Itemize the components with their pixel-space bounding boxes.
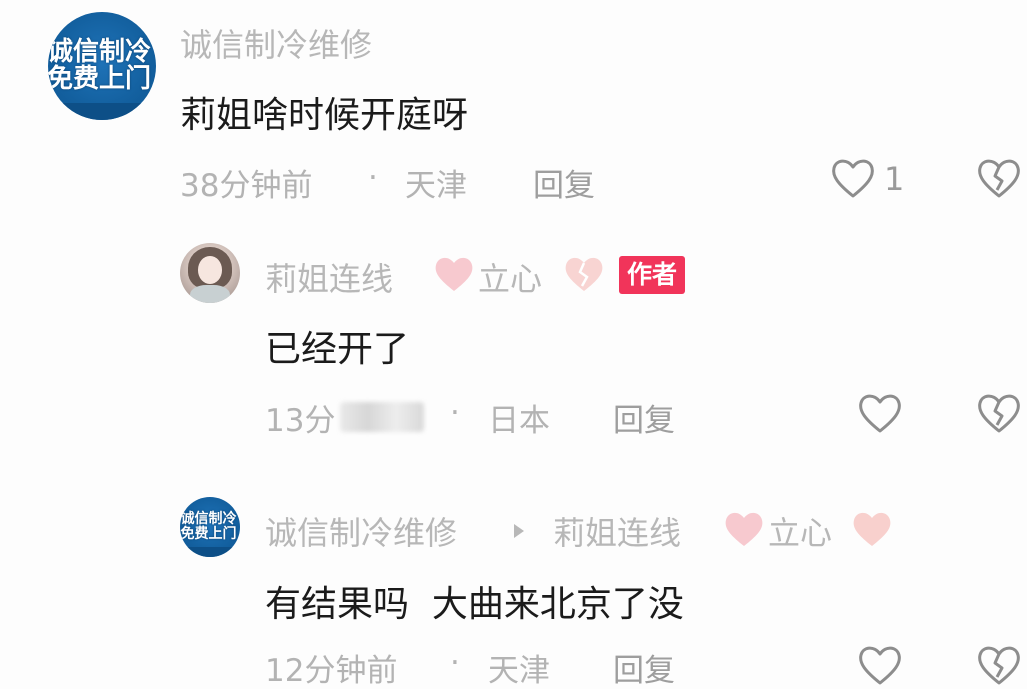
pink-heart-icon	[725, 512, 763, 546]
reply-to-username[interactable]: 莉姐连线	[553, 508, 681, 554]
meta-separator: ·	[368, 160, 378, 196]
heart-outline-icon[interactable]	[857, 391, 903, 435]
avatar-text-line: 诚信制冷	[180, 511, 237, 528]
location: 日本	[488, 403, 550, 439]
username-suffix: 立心	[478, 260, 543, 298]
triangle-right-icon	[514, 524, 524, 538]
avatar-stripe	[48, 102, 156, 120]
meta-separator: ·	[450, 645, 460, 681]
avatar-face	[198, 256, 222, 284]
broken-heart-icon[interactable]	[976, 391, 1022, 435]
pink-heart-icon	[853, 512, 891, 546]
broken-heart-icon[interactable]	[976, 156, 1022, 200]
timestamp: 13分	[265, 403, 336, 439]
comment-content: 有结果吗 大曲来北京了没	[265, 584, 684, 625]
avatar-stripe	[180, 547, 240, 557]
pink-heart-icon	[435, 257, 473, 291]
avatar[interactable]: 诚信制冷 免费上门	[48, 12, 156, 120]
avatar[interactable]: 诚信制冷 免费上门	[180, 497, 240, 557]
heart-outline-icon[interactable]	[857, 643, 903, 687]
avatar-text-line: 免费上门	[180, 526, 237, 542]
comment-content: 已经开了	[265, 329, 410, 370]
author-badge: 作者	[619, 256, 686, 294]
avatar-body	[189, 285, 231, 303]
broken-heart-icon[interactable]	[976, 643, 1022, 687]
comment-content: 莉姐啥时候开庭呀	[180, 95, 469, 136]
username[interactable]: 莉姐连线	[265, 254, 393, 300]
like-count: 1	[884, 160, 905, 198]
heart-outline-icon[interactable]	[830, 156, 876, 200]
reply-button[interactable]: 回复	[613, 645, 675, 689]
avatar-text-line: 诚信制冷	[48, 36, 151, 67]
pink-broken-heart-icon	[565, 257, 603, 291]
reply-button[interactable]: 回复	[613, 395, 675, 440]
avatar[interactable]	[180, 243, 240, 303]
location: 天津	[488, 653, 550, 689]
username[interactable]: 诚信制冷维修	[180, 20, 372, 66]
avatar-text-line: 免费上门	[48, 64, 151, 94]
meta-separator: ·	[450, 395, 460, 431]
reply-to-suffix: 立心	[768, 514, 833, 552]
username[interactable]: 诚信制冷维修	[265, 508, 457, 554]
comment-thread: 诚信制冷 免费上门 诚信制冷维修 莉姐啥时候开庭呀 38分钟前 · 天津 回复 …	[0, 0, 1027, 689]
obscured-text	[340, 402, 424, 432]
timestamp: 38分钟前	[180, 168, 313, 204]
timestamp: 12分钟前	[265, 653, 398, 689]
reply-button[interactable]: 回复	[533, 160, 595, 205]
location: 天津	[405, 168, 467, 204]
